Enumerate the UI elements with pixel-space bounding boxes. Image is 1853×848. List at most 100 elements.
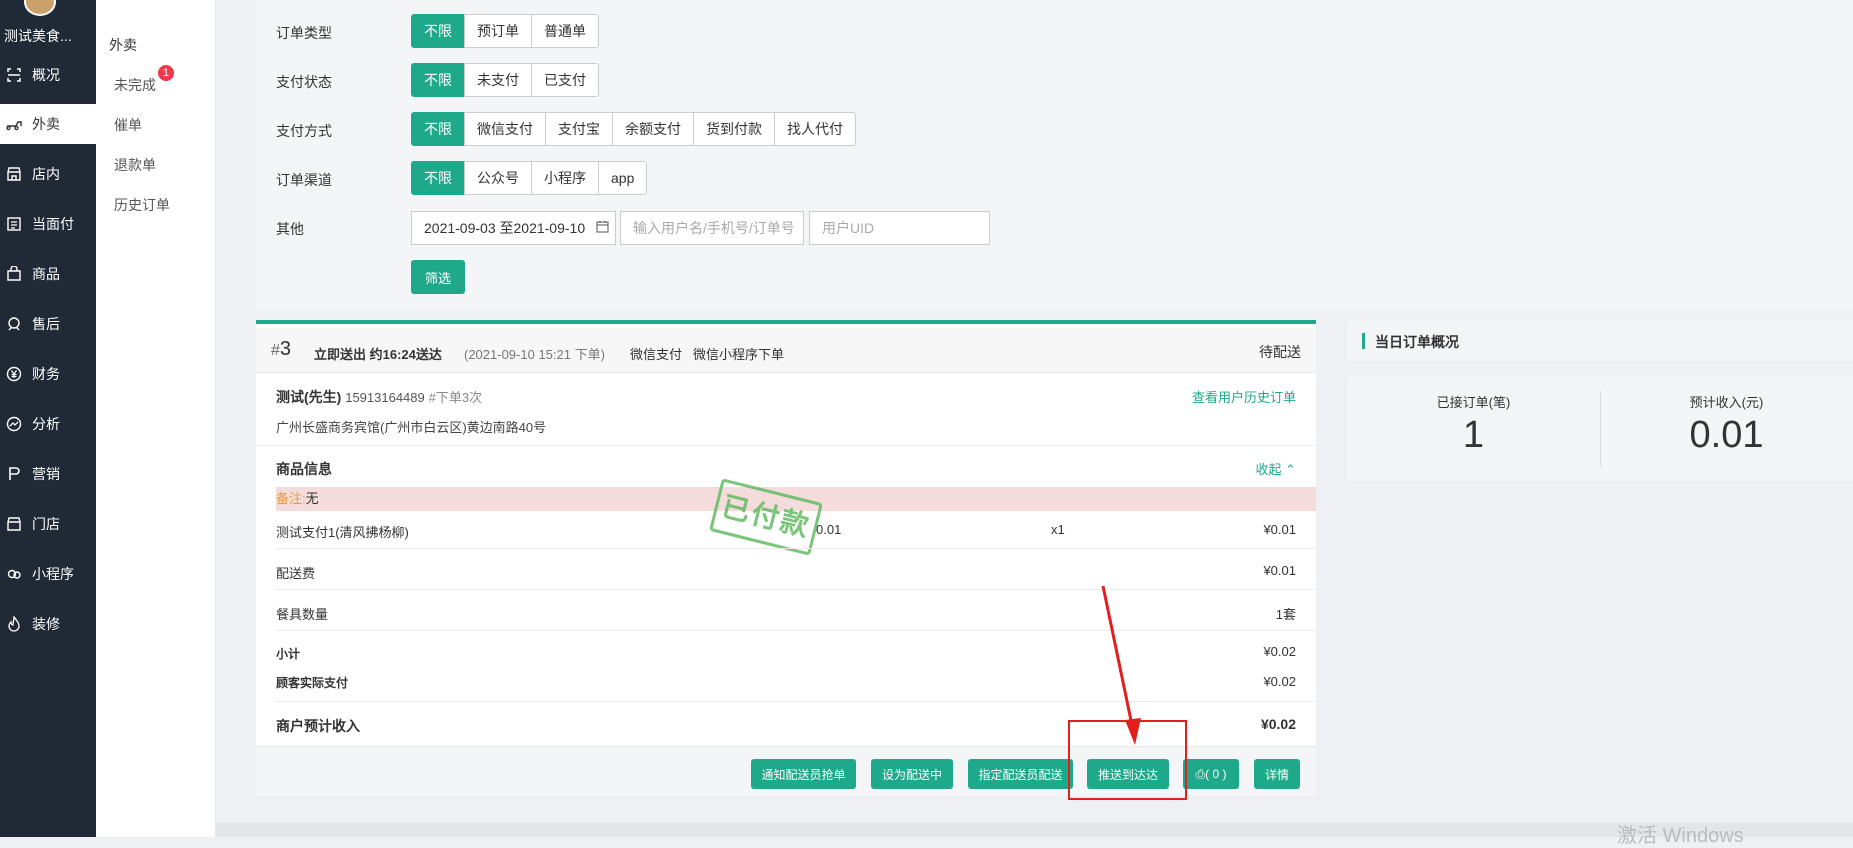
order-time: (2021-09-10 15:21 下单) [464, 347, 605, 362]
filter-option[interactable]: 未支付 [464, 63, 532, 97]
count-badge: 1 [158, 65, 174, 81]
orders-received-label: 已接订单(笔) [1436, 395, 1511, 410]
daily-stats-panel: 已接订单(笔) 1 预计收入(元) 0.01 [1347, 377, 1853, 481]
subnav-item-refund[interactable]: 退款单 [114, 155, 156, 175]
annotation-arrow [1101, 585, 1141, 745]
remark-label: 备注: [276, 491, 306, 506]
shop-name: 测试美食... [4, 28, 72, 44]
subtotal-label: 小计 [276, 647, 301, 661]
filter-option[interactable]: 找人代付 [774, 112, 856, 146]
divider [276, 589, 1316, 590]
sub-navigation: 外卖 未完成 1 催单 退款单 历史订单 [96, 0, 216, 837]
item-qty: x1 [1051, 522, 1065, 537]
print-button[interactable]: ⎙( 0 ) [1183, 759, 1239, 789]
order-status: 待配送 [1259, 344, 1301, 360]
filter-option[interactable]: 货到付款 [693, 112, 775, 146]
sidebar-item-miniapp[interactable]: 小程序 [0, 554, 96, 594]
windows-watermark: 激活 Windows [1617, 825, 1744, 847]
sidebar-item-aftersale[interactable]: 售后 [0, 304, 96, 344]
sidebar-item-label: 店内 [32, 166, 60, 182]
order-number-prefix: # [271, 342, 280, 359]
filter-option[interactable]: 不限 [411, 63, 465, 97]
sidebar-item-shop[interactable]: 门店 [0, 504, 96, 544]
sidebar-item-label: 售后 [32, 316, 60, 332]
collapse-label: 收起 [1255, 462, 1282, 477]
sidebar-item-analysis[interactable]: 分析 [0, 404, 96, 444]
item-price: 0.01 [816, 522, 842, 537]
shop-avatar [24, 0, 56, 16]
filter-panel: 订单类型 不限 预订单 普通单 支付状态 不限 未支付 已支付 支付方式 不限 … [256, 0, 1853, 310]
sidebar-item-overview[interactable]: 概况 [0, 55, 96, 95]
main-sidebar: 测试美食... 概况 外卖 店内 当面付 商品 售后 财务 分析 营销 门店 小… [0, 0, 96, 837]
filter-option[interactable]: 不限 [411, 14, 465, 48]
expected-income-value: 0.01 [1689, 414, 1764, 456]
subnav-item-reminder[interactable]: 催单 [114, 115, 142, 135]
date-range-value: 2021-09-03 至2021-09-10 [424, 220, 586, 236]
filter-submit-button[interactable]: 筛选 [411, 260, 465, 294]
fee-label: 餐具数量 [276, 607, 329, 622]
fee-value: 1套 [1275, 607, 1296, 622]
sidebar-item-delivery[interactable]: 外卖 [0, 104, 96, 144]
order-type-label: 订单类型 [276, 25, 332, 41]
sidebar-item-label: 外卖 [32, 116, 60, 132]
content-gutter [216, 0, 240, 837]
shop-header[interactable]: 测试美食... [0, 0, 96, 48]
set-delivering-button[interactable]: 设为配送中 [871, 759, 953, 789]
sidebar-item-label: 概况 [32, 67, 60, 83]
sidebar-item-marketing[interactable]: 营销 [0, 454, 96, 494]
sidebar-item-label: 小程序 [32, 566, 74, 582]
filter-option[interactable]: 公众号 [464, 161, 532, 195]
order-source: 微信小程序下单 [693, 347, 785, 362]
pay-method-filter: 不限 微信支付 支付宝 余额支付 货到付款 找人代付 [411, 112, 856, 146]
daily-stats-title: 当日订单概况 [1375, 334, 1459, 350]
daily-stats-header: 当日订单概况 [1347, 321, 1853, 361]
filter-option[interactable]: app [598, 161, 648, 195]
pay-method: 微信支付 [630, 347, 683, 362]
history-orders-link[interactable]: 查看用户历史订单 [1192, 387, 1296, 406]
subnav-item-history[interactable]: 历史订单 [114, 195, 170, 215]
pay-status-label: 支付状态 [276, 74, 332, 90]
overview-icon [4, 65, 24, 85]
filter-option[interactable]: 不限 [411, 161, 465, 195]
filter-option[interactable]: 支付宝 [545, 112, 613, 146]
sidebar-item-facepay[interactable]: 当面付 [0, 204, 96, 244]
filter-option[interactable]: 小程序 [531, 161, 599, 195]
order-count: #下单3次 [428, 390, 483, 405]
item-name: 测试支付1(清风拂杨柳) [276, 525, 409, 540]
date-range-input[interactable]: 2021-09-03 至2021-09-10 [411, 211, 616, 245]
sidebar-item-instore[interactable]: 店内 [0, 154, 96, 194]
sidebar-item-label: 分析 [32, 416, 60, 432]
detail-button[interactable]: 详情 [1254, 759, 1300, 789]
assign-courier-button[interactable]: 指定配送员配送 [968, 759, 1073, 789]
order-number-value: 3 [279, 338, 292, 360]
filter-option[interactable]: 微信支付 [464, 112, 546, 146]
collapse-toggle[interactable]: 收起 ⌃ [1255, 459, 1296, 478]
divider [276, 630, 1316, 631]
filter-option[interactable]: 不限 [411, 112, 465, 146]
sidebar-item-decorate[interactable]: 装修 [0, 604, 96, 644]
filter-option[interactable]: 预订单 [464, 14, 532, 48]
subnav-item-unfinished[interactable]: 未完成 1 [114, 65, 174, 95]
sidebar-item-goods[interactable]: 商品 [0, 254, 96, 294]
actual-pay-value: ¥0.02 [1263, 674, 1296, 689]
store-icon [4, 164, 24, 184]
filter-option[interactable]: 已支付 [531, 63, 599, 97]
accent-bar [1362, 333, 1365, 349]
sidebar-item-label: 装修 [32, 616, 60, 632]
filter-option[interactable]: 余额支付 [612, 112, 694, 146]
subnav-heading: 外卖 [109, 37, 137, 53]
fee-label: 配送费 [276, 566, 316, 581]
order-card-header: #3 立即送出 约16:24送达 (2021-09-10 15:21 下单) 微… [256, 328, 1316, 373]
sidebar-item-label: 商品 [32, 266, 60, 282]
chevron-up-icon: ⌃ [1285, 462, 1296, 477]
filter-option[interactable]: 普通单 [531, 14, 599, 48]
remark-value: 无 [305, 491, 319, 506]
bottom-strip [216, 823, 1853, 837]
notify-courier-button[interactable]: 通知配送员抢单 [751, 759, 856, 789]
uid-input[interactable]: 用户UID [809, 211, 990, 245]
search-input[interactable]: 输入用户名/手机号/订单号 [620, 211, 804, 245]
bag-icon [4, 264, 24, 284]
chart-icon [4, 414, 24, 434]
channel-filter: 不限 公众号 小程序 app [411, 161, 648, 195]
sidebar-item-finance[interactable]: 财务 [0, 354, 96, 394]
